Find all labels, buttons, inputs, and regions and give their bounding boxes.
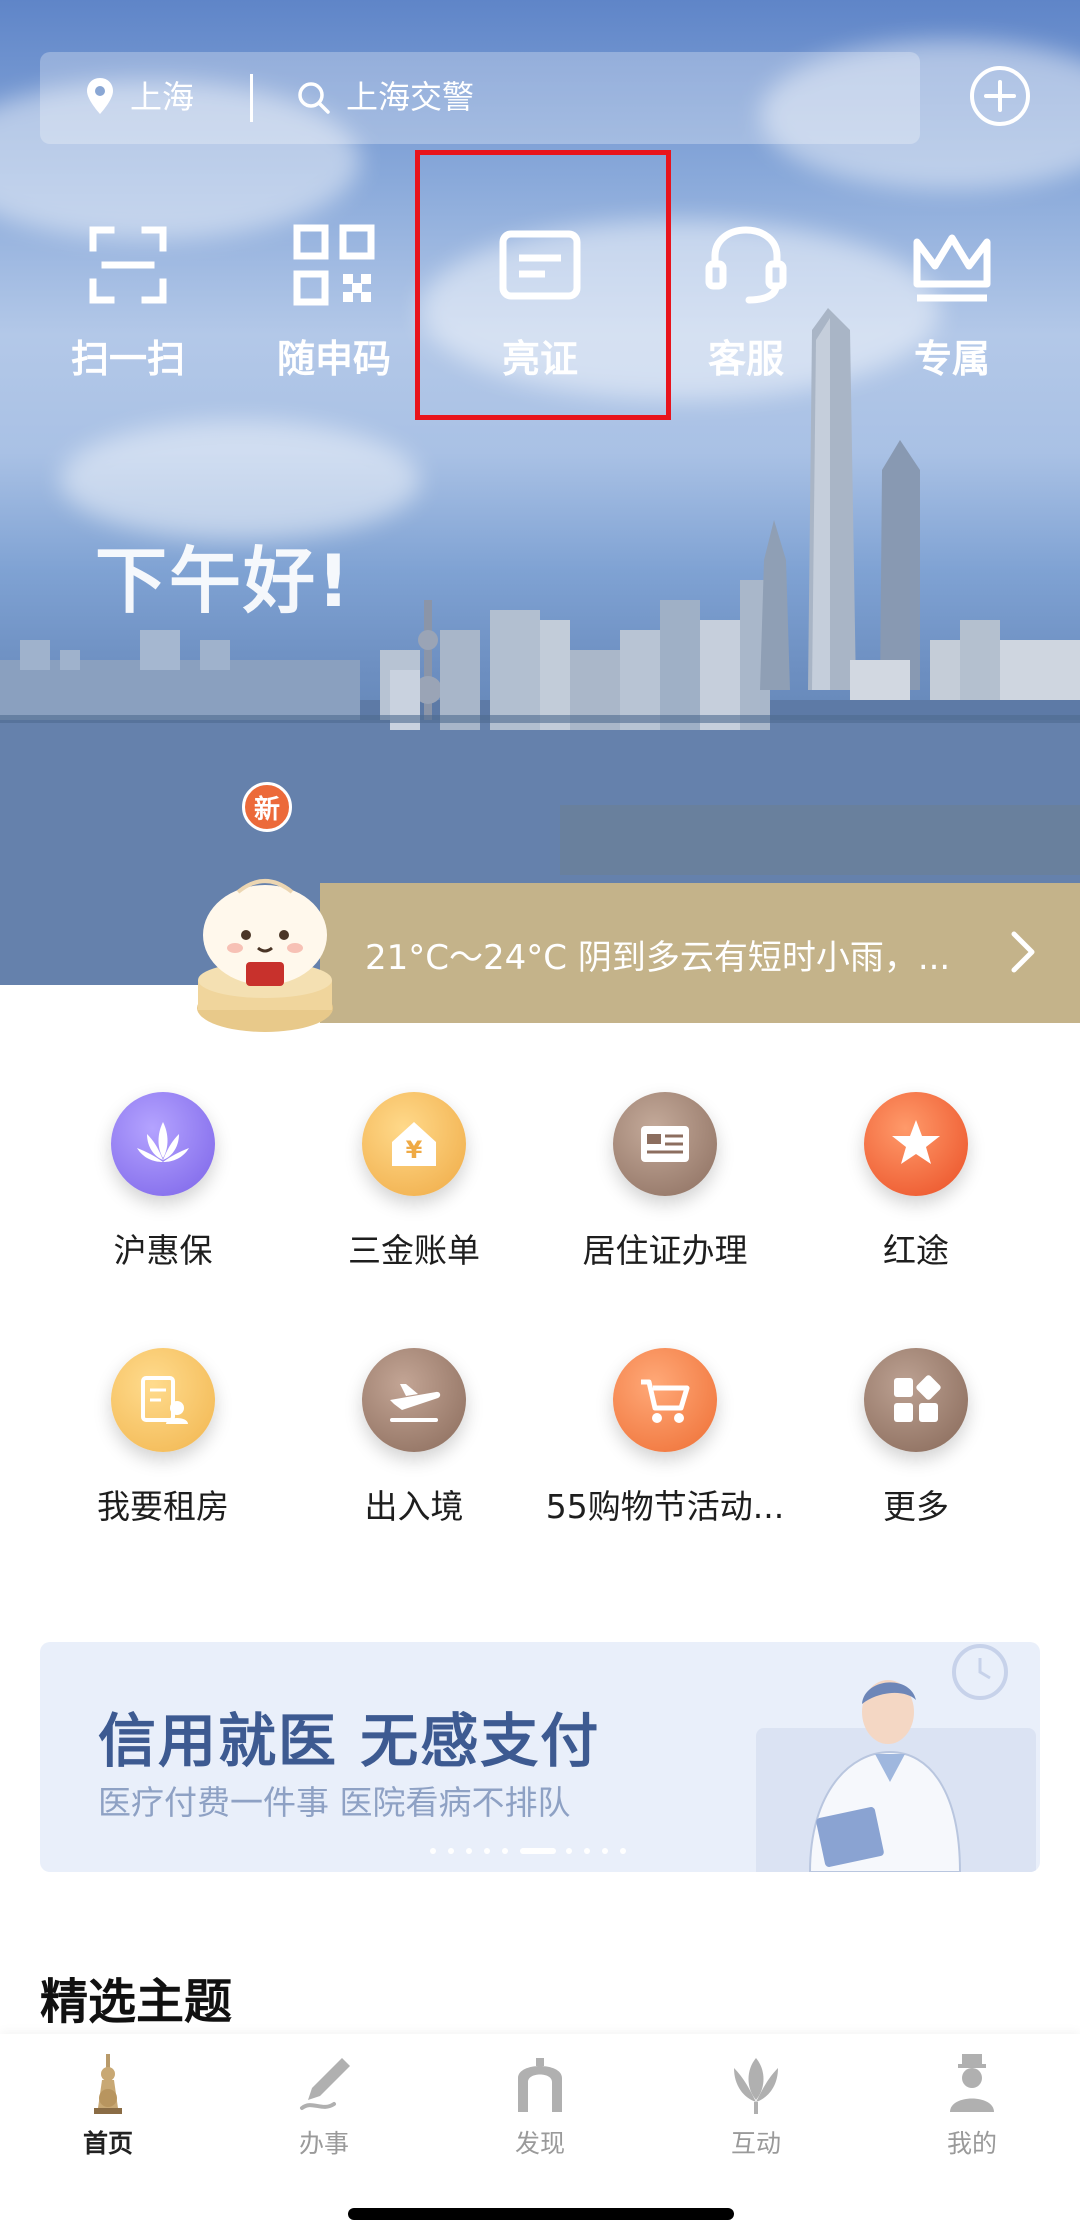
doctor-illustration-icon xyxy=(756,1644,1036,1872)
service-label: 55购物节活动... xyxy=(545,1487,785,1526)
crown-icon xyxy=(913,234,991,302)
quick-action-customer-service[interactable]: 客服 xyxy=(643,210,849,400)
quick-action-label: 随申码 xyxy=(276,337,391,381)
scan-icon xyxy=(89,226,167,304)
carousel-dot xyxy=(620,1848,626,1854)
tab-home[interactable]: 首页 xyxy=(0,2052,216,2162)
highlight-box xyxy=(415,150,671,420)
bun-mascot-icon[interactable] xyxy=(190,840,340,1040)
service-label: 居住证办理 xyxy=(582,1231,748,1270)
home-tower-icon xyxy=(94,2054,122,2114)
red-star-icon xyxy=(892,1120,940,1164)
service-icon-bg xyxy=(111,1092,215,1196)
qr-code-icon xyxy=(293,224,375,306)
tab-interact[interactable]: 互动 xyxy=(648,2052,864,2162)
service-residence-permit[interactable]: 居住证办理 xyxy=(540,1092,790,1292)
service-label: 红途 xyxy=(883,1231,949,1270)
quick-action-exclusive[interactable]: 专属 xyxy=(849,210,1055,400)
svg-text:¥: ¥ xyxy=(406,1136,423,1164)
shopping-cart-icon xyxy=(641,1379,690,1423)
chevron-right-icon[interactable] xyxy=(1008,930,1038,974)
carousel-dot xyxy=(602,1848,608,1854)
quick-action-scan[interactable]: 扫一扫 xyxy=(25,210,231,400)
carousel-dot xyxy=(566,1848,572,1854)
service-icon-bg xyxy=(613,1092,717,1196)
quick-action-label: 客服 xyxy=(707,337,784,381)
search-input[interactable]: 上海交警 xyxy=(346,72,474,118)
magnolia-icon xyxy=(734,2058,778,2114)
service-hongtu[interactable]: 红途 xyxy=(791,1092,1041,1292)
service-icon-bg xyxy=(613,1348,717,1452)
carousel-dot xyxy=(502,1848,508,1854)
greeting-text: 下午好! xyxy=(95,539,352,623)
arch-icon xyxy=(518,2058,562,2112)
rent-house-icon xyxy=(141,1376,188,1424)
location-pin-icon[interactable] xyxy=(84,76,116,116)
service-rent-house[interactable]: 我要租房 xyxy=(38,1348,288,1548)
carousel-dot xyxy=(484,1848,490,1854)
search-icon xyxy=(298,82,330,114)
add-plus-icon[interactable] xyxy=(968,64,1032,128)
service-icon-bg xyxy=(864,1092,968,1196)
hero-banner xyxy=(0,0,1080,985)
more-grid-icon xyxy=(894,1375,941,1422)
carousel-dot xyxy=(448,1848,454,1854)
service-icon-bg xyxy=(864,1348,968,1452)
service-icon-bg xyxy=(111,1348,215,1452)
service-label: 我要租房 xyxy=(97,1487,229,1526)
pen-icon xyxy=(300,2058,350,2110)
new-badge: 新 xyxy=(242,782,292,832)
section-title: 精选主题 xyxy=(40,1974,233,2030)
airplane-icon xyxy=(390,1384,441,1422)
quick-action-qr-code[interactable]: 随申码 xyxy=(231,210,437,400)
lotus-icon xyxy=(137,1122,189,1162)
tab-services[interactable]: 办事 xyxy=(216,2052,432,2162)
tab-discover[interactable]: 发现 xyxy=(432,2052,648,2162)
service-huhuibao[interactable]: 沪惠保 xyxy=(38,1092,288,1292)
carousel-dot xyxy=(466,1848,472,1854)
tab-label: 发现 xyxy=(514,2129,565,2158)
service-label: 沪惠保 xyxy=(113,1231,213,1270)
service-icon-bg: ¥ xyxy=(362,1092,466,1196)
service-entry-exit[interactable]: 出入境 xyxy=(289,1348,539,1548)
service-more[interactable]: 更多 xyxy=(791,1348,1041,1548)
service-55-shopping[interactable]: 55购物节活动... xyxy=(540,1348,790,1548)
service-label: 更多 xyxy=(883,1487,949,1526)
residence-card-icon xyxy=(641,1126,689,1162)
tab-label: 我的 xyxy=(946,2129,997,2158)
divider xyxy=(250,74,253,122)
person-icon xyxy=(950,2054,994,2112)
carousel-dot xyxy=(430,1848,436,1854)
service-label: 三金账单 xyxy=(348,1231,480,1270)
promo-banner[interactable]: 信用就医 无感支付 医疗付费一件事 医院看病不排队 xyxy=(40,1642,1040,1872)
quick-action-label: 专属 xyxy=(913,337,990,381)
quick-action-label: 扫一扫 xyxy=(70,337,185,381)
banner-subtitle: 医疗付费一件事 医院看病不排队 xyxy=(98,1783,571,1822)
tab-label: 办事 xyxy=(298,2129,349,2158)
banner-title: 信用就医 无感支付 xyxy=(98,1707,601,1775)
tab-label: 首页 xyxy=(82,2129,133,2158)
tab-profile[interactable]: 我的 xyxy=(864,2052,1080,2162)
tab-label: 互动 xyxy=(730,2129,781,2158)
service-icon-bg xyxy=(362,1348,466,1452)
yen-house-icon: ¥ xyxy=(392,1122,436,1166)
carousel-dot-active xyxy=(520,1848,556,1854)
service-label: 出入境 xyxy=(364,1487,464,1526)
home-indicator[interactable] xyxy=(348,2208,734,2220)
city-skyline-image xyxy=(0,308,1080,985)
location-label[interactable]: 上海 xyxy=(130,72,194,118)
service-sanjin-bill[interactable]: ¥ 三金账单 xyxy=(289,1092,539,1292)
headset-icon xyxy=(705,226,787,304)
carousel-dot xyxy=(584,1848,590,1854)
weather-text[interactable]: 21°C～24°C 阴到多云有短时小雨，... xyxy=(365,930,950,979)
